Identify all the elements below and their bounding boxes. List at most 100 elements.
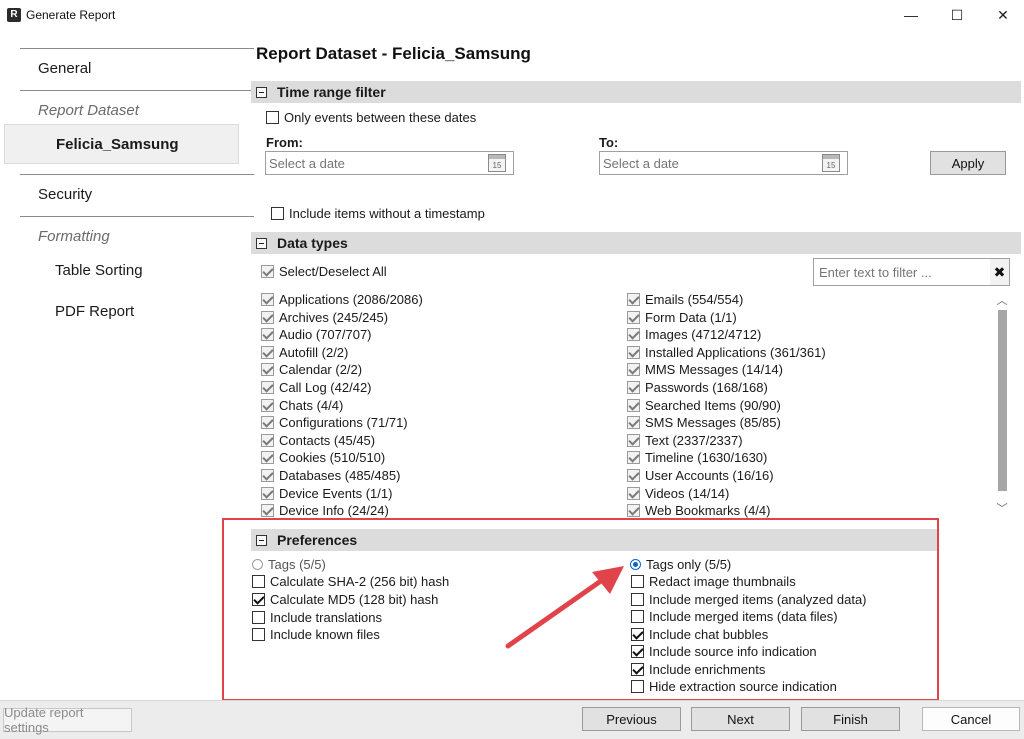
calendar-icon[interactable]: 15: [488, 154, 506, 172]
preference-item-checkbox[interactable]: [252, 610, 265, 624]
data-type-item-option[interactable]: Searched Items (90/90): [627, 398, 781, 413]
data-type-item-option[interactable]: Installed Applications (361/361): [627, 345, 826, 360]
data-type-item-option[interactable]: User Accounts (16/16): [627, 468, 774, 483]
data-type-item-checkbox[interactable]: [261, 381, 274, 394]
data-type-item-checkbox[interactable]: [627, 416, 640, 430]
preference-item-checkbox[interactable]: [631, 610, 644, 623]
preference-item-checkbox[interactable]: [631, 680, 644, 693]
data-type-item-option[interactable]: Audio (707/707): [261, 327, 372, 342]
data-type-item-option[interactable]: Form Data (1/1): [627, 310, 737, 325]
scroll-up-icon[interactable]: ︿: [994, 292, 1010, 307]
select-all-option[interactable]: Select/Deselect All: [261, 264, 387, 279]
include-no-timestamp-option[interactable]: Include items without a timestamp: [271, 206, 485, 221]
data-type-item-option[interactable]: Calendar (2/2): [261, 362, 362, 377]
data-type-item-checkbox[interactable]: [261, 433, 274, 447]
preference-item-checkbox[interactable]: [631, 627, 644, 641]
data-type-item-checkbox[interactable]: [627, 328, 640, 342]
to-date-input[interactable]: [599, 151, 848, 175]
preference-item-option[interactable]: Include enrichments: [631, 662, 765, 677]
tags-only-radio-option[interactable]: Tags only (5/5): [630, 557, 731, 572]
data-type-item-option[interactable]: Contacts (45/45): [261, 433, 375, 448]
data-type-item-option[interactable]: Device Info (24/24): [261, 503, 389, 518]
data-type-item-checkbox[interactable]: [627, 469, 640, 482]
data-type-item-option[interactable]: Videos (14/14): [627, 486, 729, 501]
data-type-item-option[interactable]: Cookies (510/510): [261, 450, 385, 465]
preference-item-checkbox[interactable]: [631, 662, 644, 676]
data-type-item-checkbox[interactable]: [261, 328, 274, 342]
sidebar-item-general[interactable]: General: [20, 48, 254, 88]
scroll-down-icon[interactable]: ﹀: [994, 500, 1010, 515]
data-type-item-checkbox[interactable]: [627, 433, 640, 447]
include-no-timestamp-checkbox[interactable]: [271, 207, 284, 220]
data-type-item-checkbox[interactable]: [627, 398, 640, 412]
data-type-item-option[interactable]: Databases (485/485): [261, 468, 400, 483]
only-between-dates-option[interactable]: Only events between these dates: [266, 110, 476, 125]
minimize-button[interactable]: —: [888, 0, 934, 30]
data-type-item-option[interactable]: Call Log (42/42): [261, 380, 372, 395]
data-type-item-option[interactable]: Web Bookmarks (4/4): [627, 503, 770, 518]
preference-item-option[interactable]: Hide extraction source indication: [631, 679, 837, 694]
data-type-item-option[interactable]: Text (2337/2337): [627, 433, 743, 448]
data-type-item-checkbox[interactable]: [627, 293, 640, 306]
data-type-item-option[interactable]: Autofill (2/2): [261, 345, 348, 360]
data-type-item-option[interactable]: Device Events (1/1): [261, 486, 392, 501]
data-type-item-option[interactable]: Passwords (168/168): [627, 380, 768, 395]
update-report-settings-button[interactable]: Update report settings: [3, 705, 132, 735]
only-between-dates-checkbox[interactable]: [266, 111, 279, 124]
data-type-item-option[interactable]: MMS Messages (14/14): [627, 362, 783, 377]
next-button[interactable]: Next: [691, 707, 790, 731]
data-type-item-option[interactable]: Emails (554/554): [627, 292, 743, 307]
preference-item-checkbox[interactable]: [631, 592, 644, 606]
filter-input[interactable]: [813, 258, 1010, 286]
data-type-item-checkbox[interactable]: [261, 416, 274, 430]
data-type-item-checkbox[interactable]: [627, 486, 640, 500]
sidebar-item-security[interactable]: Security: [20, 174, 254, 214]
apply-button[interactable]: Apply: [930, 151, 1006, 175]
preferences-header[interactable]: Preferences: [251, 529, 937, 551]
data-types-scrollbar[interactable]: ︿ ﹀: [994, 290, 1010, 518]
previous-button[interactable]: Previous: [582, 707, 681, 731]
data-type-item-checkbox[interactable]: [261, 363, 274, 377]
data-type-item-checkbox[interactable]: [627, 451, 640, 465]
tags-radio-option[interactable]: Tags (5/5): [252, 557, 326, 572]
clear-filter-icon[interactable]: ✖: [990, 259, 1009, 285]
data-type-item-checkbox[interactable]: [627, 363, 640, 377]
data-type-item-option[interactable]: SMS Messages (85/85): [627, 415, 781, 430]
data-type-item-checkbox[interactable]: [627, 310, 640, 324]
data-type-item-option[interactable]: Configurations (71/71): [261, 415, 408, 430]
data-type-item-checkbox[interactable]: [261, 451, 274, 465]
data-type-item-option[interactable]: Applications (2086/2086): [261, 292, 423, 307]
collapse-icon[interactable]: [256, 86, 267, 98]
data-type-item-checkbox[interactable]: [627, 345, 640, 359]
data-type-item-checkbox[interactable]: [261, 469, 274, 482]
from-date-input[interactable]: [265, 151, 514, 175]
data-types-header[interactable]: Data types: [251, 232, 1021, 254]
data-type-item-option[interactable]: Archives (245/245): [261, 310, 388, 325]
sidebar-item-felicia-samsung[interactable]: Felicia_Samsung: [4, 124, 239, 164]
preference-item-option[interactable]: Calculate MD5 (128 bit) hash: [252, 592, 438, 607]
preference-item-checkbox[interactable]: [252, 628, 265, 642]
data-type-item-checkbox[interactable]: [261, 504, 274, 518]
data-type-item-option[interactable]: Timeline (1630/1630): [627, 450, 767, 465]
maximize-button[interactable]: ☐: [934, 0, 980, 30]
preference-item-option[interactable]: Redact image thumbnails: [631, 574, 796, 589]
data-type-item-checkbox[interactable]: [261, 345, 274, 359]
sidebar-item-table-sorting[interactable]: Table Sorting: [20, 250, 254, 290]
preference-item-checkbox[interactable]: [631, 645, 644, 658]
tags-radio[interactable]: [252, 559, 263, 570]
data-type-item-checkbox[interactable]: [261, 310, 274, 324]
collapse-icon[interactable]: [256, 237, 267, 249]
data-type-item-checkbox[interactable]: [627, 381, 640, 394]
cancel-button[interactable]: Cancel: [922, 707, 1020, 731]
data-type-item-checkbox[interactable]: [261, 486, 274, 500]
data-type-item-option[interactable]: Chats (4/4): [261, 398, 343, 413]
preference-item-checkbox[interactable]: [252, 592, 265, 606]
preference-item-option[interactable]: Include chat bubbles: [631, 627, 768, 642]
preference-item-option[interactable]: Include translations: [252, 610, 382, 625]
preference-item-checkbox[interactable]: [631, 575, 644, 588]
sidebar-item-pdf-report[interactable]: PDF Report: [20, 291, 254, 331]
preference-item-option[interactable]: Include known files: [252, 627, 380, 642]
tags-only-radio[interactable]: [630, 559, 641, 570]
data-type-item-option[interactable]: Images (4712/4712): [627, 327, 761, 342]
data-type-item-checkbox[interactable]: [627, 504, 640, 518]
